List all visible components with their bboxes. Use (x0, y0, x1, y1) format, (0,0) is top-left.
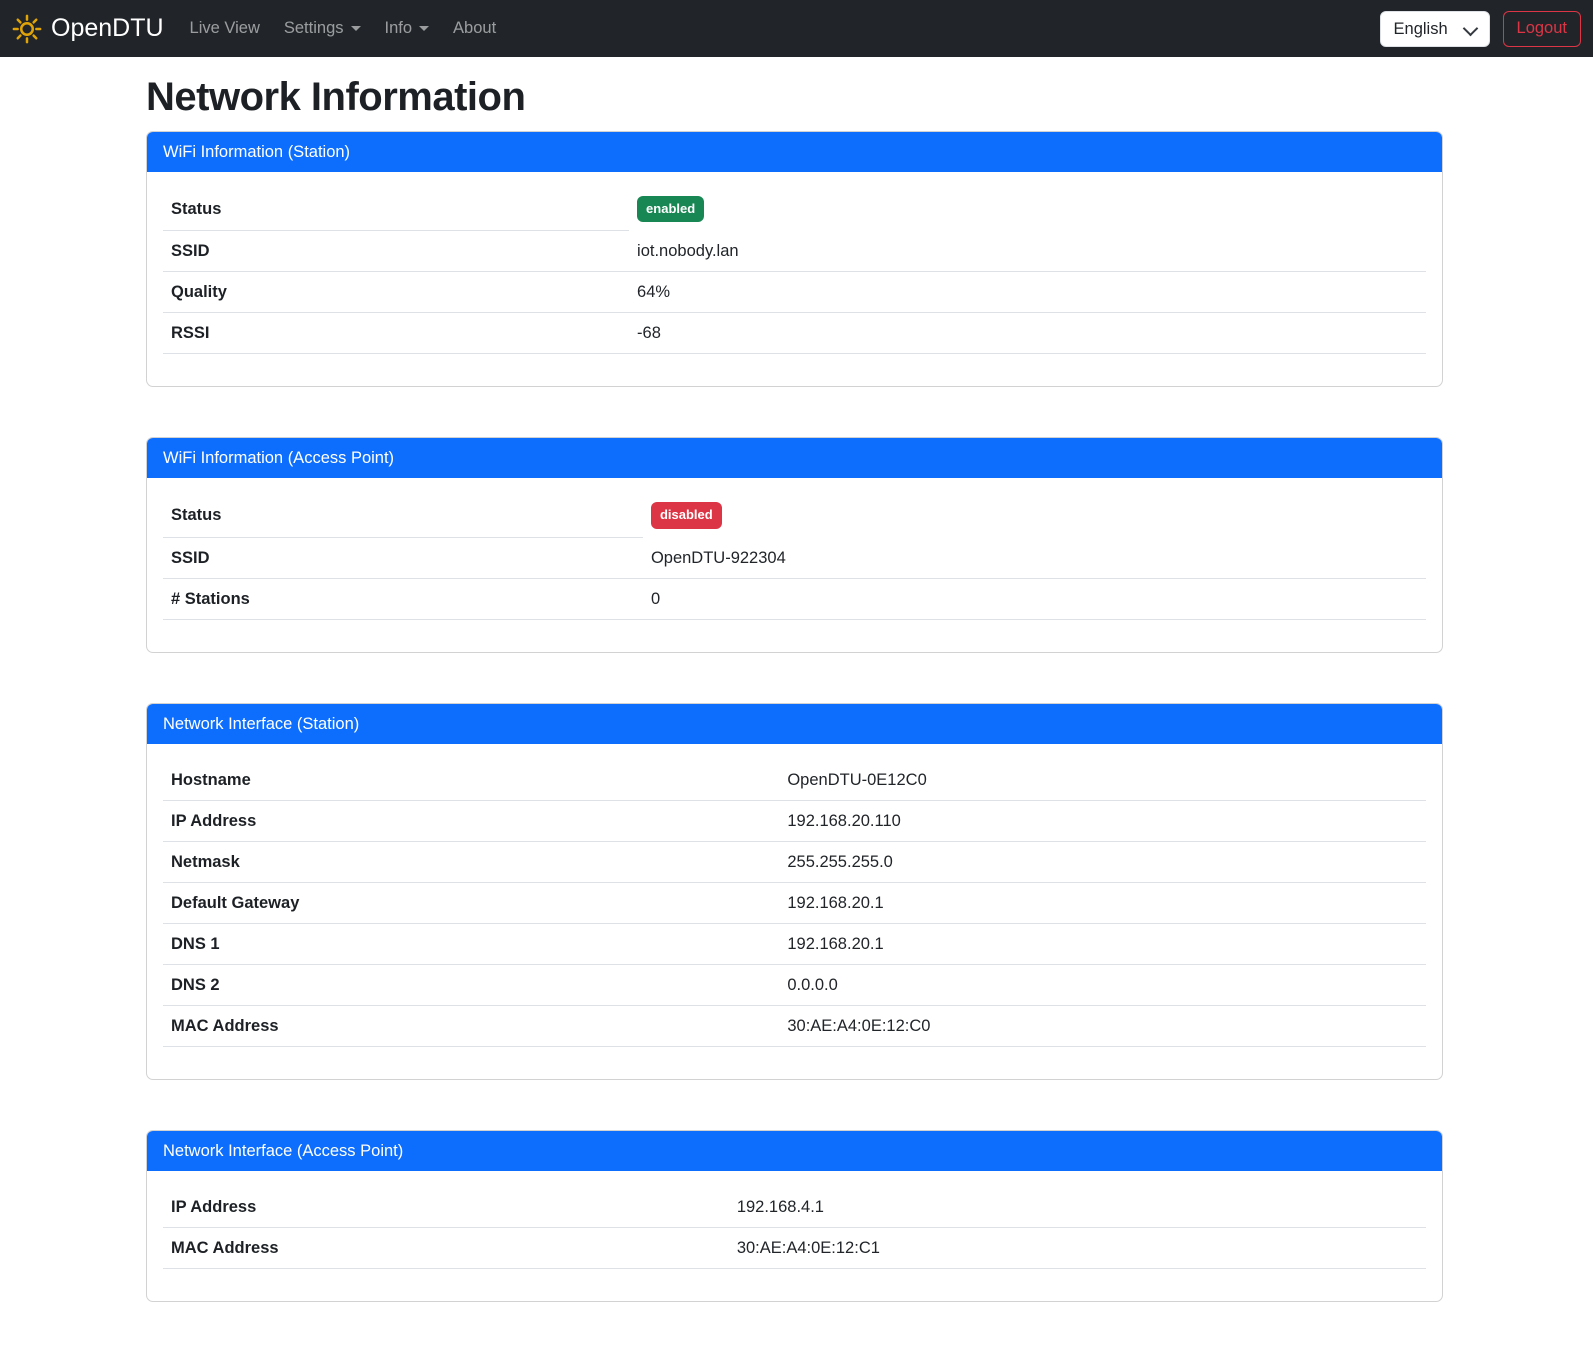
logout-button[interactable]: Logout (1503, 11, 1581, 47)
row-value: disabled (643, 494, 1426, 537)
table-row-status: Status enabled (163, 188, 1426, 231)
row-value: 192.168.20.110 (779, 800, 1426, 841)
nav-links: Live View Settings Info About (178, 11, 509, 46)
nav-item-label: About (453, 19, 496, 38)
row-value: OpenDTU-922304 (643, 537, 1426, 578)
info-table: Status enabled SSIDiot.nobody.lanQuality64… (163, 188, 1426, 354)
table-row-default-gateway: Default Gateway192.168.20.1 (163, 882, 1426, 923)
nav-item-label: Settings (284, 19, 344, 38)
row-label: Status (163, 494, 643, 537)
row-value: 30:AE:A4:0E:12:C1 (729, 1227, 1426, 1268)
card-network-interface-access-point: Network Interface (Access Point) IP Addre… (146, 1130, 1443, 1302)
row-value: enabled (629, 188, 1426, 231)
table-row-ssid: SSIDiot.nobody.lan (163, 231, 1426, 272)
table-row-rssi: RSSI-68 (163, 313, 1426, 354)
row-label: IP Address (163, 800, 779, 841)
row-label: DNS 2 (163, 964, 779, 1005)
row-value: 0.0.0.0 (779, 964, 1426, 1005)
row-value: iot.nobody.lan (629, 231, 1426, 272)
row-label: SSID (163, 231, 629, 272)
card-network-interface-station: Network Interface (Station) HostnameOpenD… (146, 703, 1443, 1080)
navbar-right: English Logout (1380, 11, 1581, 47)
cards: WiFi Information (Station)StatusenabledS… (146, 131, 1443, 1302)
table-row-mac-address: MAC Address30:AE:A4:0E:12:C0 (163, 1005, 1426, 1046)
info-table: HostnameOpenDTU-0E12C0IP Address192.168.… (163, 760, 1426, 1047)
table-row-hostname: HostnameOpenDTU-0E12C0 (163, 760, 1426, 801)
card-body: IP Address192.168.4.1MAC Address30:AE:A4… (147, 1171, 1442, 1301)
nav-item-info[interactable]: Info (377, 11, 438, 46)
row-label: Netmask (163, 841, 779, 882)
row-label: MAC Address (163, 1227, 729, 1268)
table-row-stations: # Stations0 (163, 578, 1426, 619)
row-label: Status (163, 188, 629, 231)
row-label: Default Gateway (163, 882, 779, 923)
table-row-dns-1: DNS 1192.168.20.1 (163, 923, 1426, 964)
sun-icon (12, 14, 42, 44)
caret-down-icon (419, 26, 429, 31)
brand-link[interactable]: OpenDTU (12, 14, 164, 44)
row-value: 192.168.4.1 (729, 1187, 1426, 1228)
row-label: RSSI (163, 313, 629, 354)
table-row-dns-2: DNS 20.0.0.0 (163, 964, 1426, 1005)
table-row-ip-address: IP Address192.168.4.1 (163, 1187, 1426, 1228)
row-label: MAC Address (163, 1005, 779, 1046)
navbar: OpenDTU Live View Settings Info About En… (0, 0, 1593, 57)
page-title: Network Information (146, 73, 1443, 121)
status-badge: enabled (637, 196, 704, 222)
info-table: Status disabled SSIDOpenDTU-922304# Statio… (163, 494, 1426, 619)
table-row-quality: Quality64% (163, 272, 1426, 313)
card-body: Status enabled SSIDiot.nobody.lanQuality64… (147, 172, 1442, 386)
row-label: IP Address (163, 1187, 729, 1228)
row-label: DNS 1 (163, 923, 779, 964)
row-value: 192.168.20.1 (779, 923, 1426, 964)
caret-down-icon (351, 26, 361, 31)
row-label: Quality (163, 272, 629, 313)
row-value: 0 (643, 578, 1426, 619)
card-header: Network Interface (Station) (147, 704, 1442, 744)
card-body: Status disabled SSIDOpenDTU-922304# Statio… (147, 478, 1442, 651)
language-select-wrap: English (1380, 11, 1490, 47)
card-header: Network Interface (Access Point) (147, 1131, 1442, 1171)
row-label: SSID (163, 537, 643, 578)
nav-item-label: Live View (190, 19, 260, 38)
nav-item-label: Info (385, 19, 413, 38)
table-row-ssid: SSIDOpenDTU-922304 (163, 537, 1426, 578)
row-value: 64% (629, 272, 1426, 313)
table-row-netmask: Netmask255.255.255.0 (163, 841, 1426, 882)
row-label: # Stations (163, 578, 643, 619)
row-label: Hostname (163, 760, 779, 801)
table-row-status: Status disabled (163, 494, 1426, 537)
nav-item-about[interactable]: About (445, 11, 504, 46)
nav-item-live-view[interactable]: Live View (182, 11, 268, 46)
table-row-ip-address: IP Address192.168.20.110 (163, 800, 1426, 841)
row-value: 192.168.20.1 (779, 882, 1426, 923)
row-value: OpenDTU-0E12C0 (779, 760, 1426, 801)
status-badge: disabled (651, 502, 722, 528)
row-value: 30:AE:A4:0E:12:C0 (779, 1005, 1426, 1046)
main-content: Network Information WiFi Information (St… (146, 73, 1443, 1302)
card-body: HostnameOpenDTU-0E12C0IP Address192.168.… (147, 744, 1442, 1079)
card-wifi-information-station: WiFi Information (Station)StatusenabledS… (146, 131, 1443, 387)
card-header: WiFi Information (Station) (147, 132, 1442, 172)
card-header: WiFi Information (Access Point) (147, 438, 1442, 478)
row-value: -68 (629, 313, 1426, 354)
table-row-mac-address: MAC Address30:AE:A4:0E:12:C1 (163, 1227, 1426, 1268)
card-wifi-information-access-point: WiFi Information (Access Point) Status dis… (146, 437, 1443, 652)
info-table: IP Address192.168.4.1MAC Address30:AE:A4… (163, 1187, 1426, 1269)
brand-label: OpenDTU (51, 14, 164, 43)
language-select[interactable]: English (1380, 11, 1490, 47)
row-value: 255.255.255.0 (779, 841, 1426, 882)
nav-item-settings[interactable]: Settings (276, 11, 369, 46)
